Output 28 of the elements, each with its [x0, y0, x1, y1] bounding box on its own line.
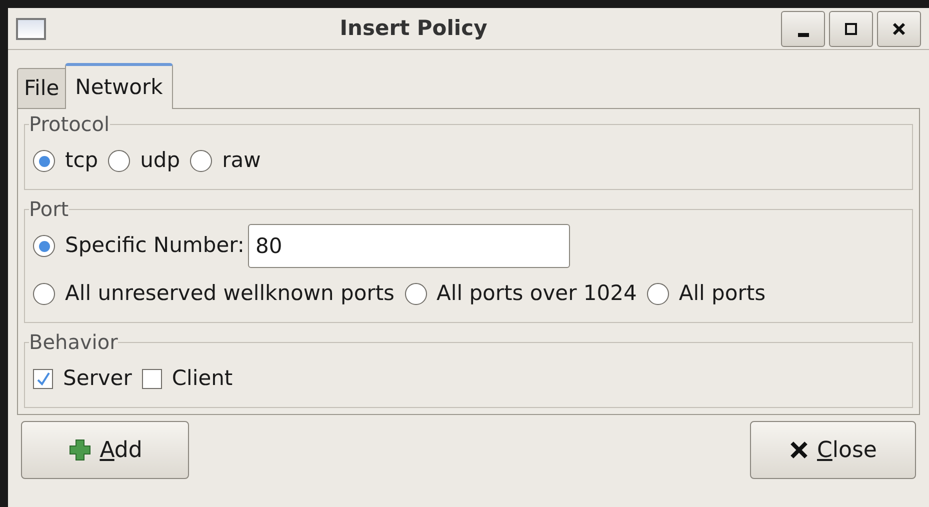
- checkbox[interactable]: Client: [142, 363, 233, 395]
- maximize-icon: [843, 20, 859, 36]
- maximize-button[interactable]: [829, 10, 873, 46]
- minimize-icon: [798, 32, 808, 36]
- radio-button[interactable]: All ports over 1024: [404, 278, 637, 310]
- close-button[interactable]: Close: [750, 421, 916, 479]
- radio-button[interactable]: All ports: [646, 278, 766, 310]
- close-icon: [891, 20, 907, 36]
- check-icon: [35, 371, 51, 387]
- radio-button[interactable]: Specific Number:: [33, 230, 244, 262]
- add-button[interactable]: Add: [21, 421, 189, 479]
- tab[interactable]: Network: [65, 63, 173, 109]
- window-title: Insert Policy: [338, 14, 488, 42]
- minimize-button[interactable]: [781, 10, 825, 46]
- group-label: Protocol: [29, 111, 110, 137]
- group-label: Port: [29, 196, 69, 222]
- input-field[interactable]: 80: [248, 224, 570, 268]
- checkbox[interactable]: Server: [33, 363, 132, 395]
- close-icon: [789, 440, 810, 460]
- tab[interactable]: File: [17, 68, 66, 108]
- radio-button[interactable]: raw: [190, 145, 261, 177]
- radio-button[interactable]: All unreserved wellknown ports: [33, 278, 394, 310]
- radio-button[interactable]: tcp: [33, 145, 98, 177]
- close-button[interactable]: [877, 10, 921, 46]
- group-label: Behavior: [29, 329, 118, 355]
- plus-icon: [68, 438, 92, 462]
- window-icon: [16, 18, 46, 40]
- radio-button[interactable]: udp: [108, 145, 180, 177]
